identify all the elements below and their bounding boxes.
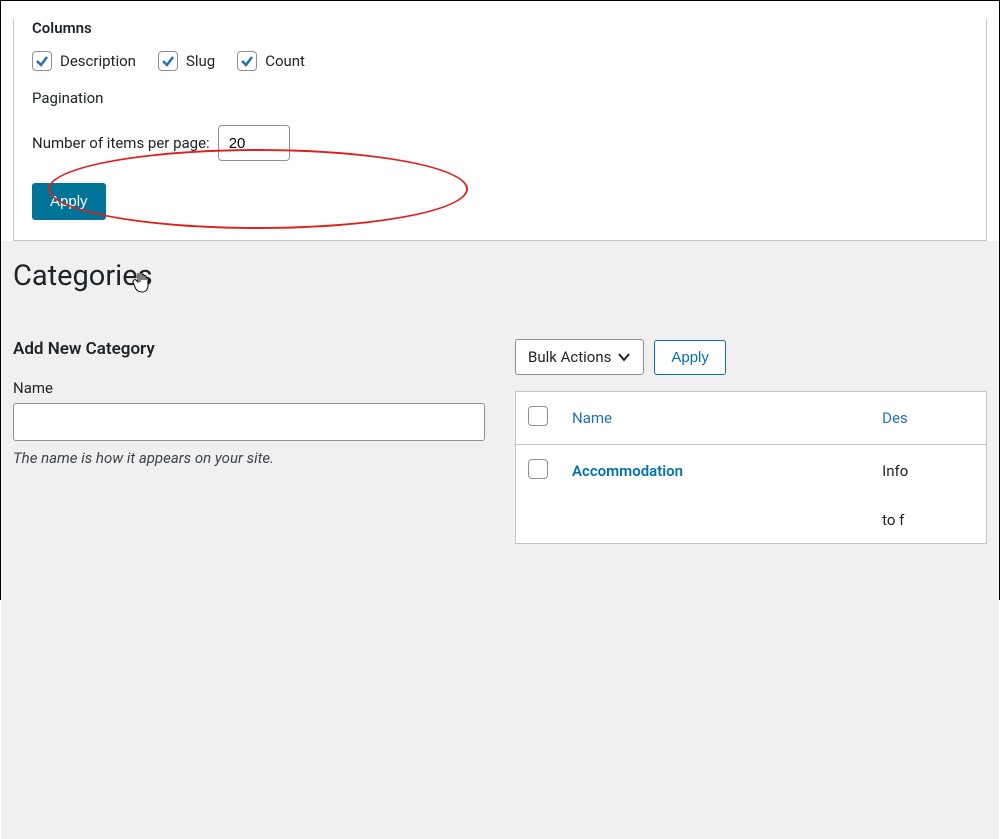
column-header-description[interactable]: Des	[870, 392, 986, 445]
column-label-description: Description	[60, 52, 136, 70]
category-row-description-cont: to f	[870, 497, 986, 544]
bulk-actions-selected: Bulk Actions	[528, 348, 611, 366]
column-toggle-slug[interactable]: Slug	[158, 51, 215, 71]
items-per-page-row: Number of items per page:	[32, 125, 968, 161]
column-toggle-description[interactable]: Description	[32, 51, 136, 71]
select-all-checkbox[interactable]	[528, 406, 548, 426]
column-header-name[interactable]: Name	[560, 392, 870, 445]
two-column-layout: Add New Category Name The name is how it…	[13, 339, 987, 544]
page-body: Categories Add New Category Name The nam…	[1, 241, 999, 839]
page-title: Categories	[13, 241, 987, 301]
checkbox-description[interactable]	[32, 51, 52, 71]
checkbox-slug[interactable]	[158, 51, 178, 71]
categories-table: Name Des Accommodation Info to f	[515, 391, 987, 544]
annotation-ellipse	[48, 149, 468, 229]
table-row: to f	[516, 497, 987, 544]
categories-list-panel: Bulk Actions Apply Name Des Accommo	[515, 339, 987, 544]
pagination-heading: Pagination	[32, 89, 968, 107]
items-per-page-input[interactable]	[218, 125, 290, 161]
column-toggle-count[interactable]: Count	[237, 51, 305, 71]
row-checkbox[interactable]	[528, 459, 548, 479]
table-header-row: Name Des	[516, 392, 987, 445]
column-label-slug: Slug	[186, 52, 215, 70]
column-label-count: Count	[265, 52, 305, 70]
category-row-title[interactable]: Accommodation	[572, 462, 683, 480]
category-row-description: Info	[870, 445, 986, 498]
bulk-apply-button[interactable]: Apply	[654, 340, 726, 375]
screen-options-panel: Columns Description Slug Count Paginatio…	[13, 19, 987, 241]
bulk-actions-row: Bulk Actions Apply	[515, 339, 987, 375]
columns-heading: Columns	[32, 19, 968, 37]
add-category-heading: Add New Category	[13, 339, 485, 359]
add-category-form: Add New Category Name The name is how it…	[13, 339, 485, 467]
table-row: Accommodation Info	[516, 445, 987, 498]
bulk-actions-select[interactable]: Bulk Actions	[515, 339, 644, 375]
items-per-page-label: Number of items per page:	[32, 134, 210, 152]
checkbox-count[interactable]	[237, 51, 257, 71]
apply-screen-options-button[interactable]: Apply	[32, 183, 106, 220]
chevron-down-icon	[617, 350, 631, 364]
columns-checkbox-row: Description Slug Count	[32, 51, 968, 71]
name-input[interactable]	[13, 403, 485, 441]
name-field-help: The name is how it appears on your site.	[13, 449, 485, 467]
name-field-label: Name	[13, 379, 485, 397]
